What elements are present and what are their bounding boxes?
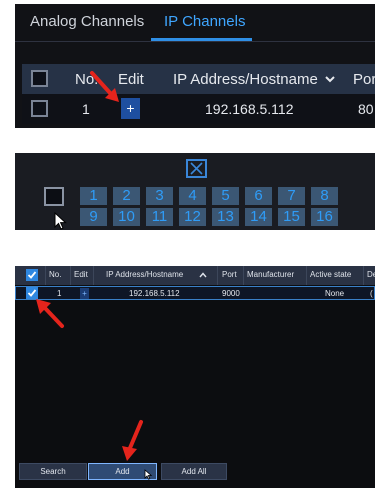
tab-analog-channels[interactable]: Analog Channels: [30, 13, 144, 30]
active-tab-indicator: [151, 38, 252, 41]
channel-table-header: No. Edit IP Address/Hostname Port: [22, 64, 375, 94]
channel-15-button[interactable]: 15: [278, 208, 305, 226]
row-checkbox[interactable]: [31, 100, 48, 117]
row-port: 9000: [222, 289, 240, 298]
header-edit: Edit: [74, 270, 88, 279]
annotation-arrow-icon: [36, 299, 64, 328]
add-all-button[interactable]: Add All: [161, 463, 227, 480]
header-port: Port: [353, 71, 375, 88]
table-row[interactable]: 1 + 192.168.5.112 80: [22, 94, 375, 124]
search-button[interactable]: Search: [19, 463, 87, 480]
channel-5-button[interactable]: 5: [212, 187, 239, 205]
channel-10-button[interactable]: 10: [113, 208, 140, 226]
channel-9-button[interactable]: 9: [80, 208, 107, 226]
channel-4-button[interactable]: 4: [179, 187, 206, 205]
header-ip-address[interactable]: IP Address/Hostname: [106, 270, 183, 279]
close-icon: [190, 162, 203, 175]
header-de: De: [367, 270, 375, 279]
channel-7-button[interactable]: 7: [278, 187, 305, 205]
channel-2-button[interactable]: 2: [113, 187, 140, 205]
channel-1-button[interactable]: 1: [80, 187, 107, 205]
row-port: 80: [358, 101, 374, 117]
header-active-state: Active state: [310, 270, 352, 279]
annotation-arrow-icon: [90, 71, 119, 102]
header-port: Port: [222, 270, 237, 279]
header-no: No.: [49, 270, 62, 279]
select-all-channels-checkbox[interactable]: [44, 187, 64, 206]
header-manufacturer: Manufacturer: [247, 270, 295, 279]
mouse-cursor-icon: [144, 469, 153, 480]
channel-6-button[interactable]: 6: [245, 187, 272, 205]
chevron-up-icon[interactable]: [199, 271, 207, 281]
row-active-state: None: [325, 289, 345, 298]
close-button[interactable]: [186, 159, 207, 178]
channel-13-button[interactable]: 13: [212, 208, 239, 226]
row-de: (: [370, 289, 373, 298]
channel-16-button[interactable]: 16: [311, 208, 338, 226]
channel-14-button[interactable]: 14: [245, 208, 272, 226]
add-ip-device-panel: No. Edit IP Address/Hostname Port Manufa…: [15, 266, 375, 488]
chevron-down-icon[interactable]: [324, 72, 336, 89]
tab-ip-channels[interactable]: IP Channels: [164, 13, 245, 30]
channel-tabs: Analog Channels IP Channels: [15, 4, 375, 42]
channel-select-panel: 1 2 3 4 5 6 7 8 9 10 11 12 13 14 15 16: [15, 153, 375, 230]
table-row[interactable]: 1 + 192.168.5.112 9000 None (: [15, 286, 375, 300]
row-ip-address: 192.168.5.112: [129, 289, 180, 298]
row-ip-address: 192.168.5.112: [205, 101, 294, 117]
annotation-arrow-icon: [122, 420, 143, 461]
device-table-header: No. Edit IP Address/Hostname Port Manufa…: [15, 266, 375, 285]
header-ip-address[interactable]: IP Address/Hostname: [173, 71, 318, 88]
mouse-cursor-icon: [54, 212, 67, 230]
ip-channels-panel: Analog Channels IP Channels No. Edit IP …: [15, 4, 375, 128]
channel-11-button[interactable]: 11: [146, 208, 173, 226]
channel-3-button[interactable]: 3: [146, 187, 173, 205]
select-all-checkbox[interactable]: [31, 70, 48, 87]
edit-plus-button[interactable]: +: [80, 288, 89, 299]
select-all-checkbox[interactable]: [26, 269, 38, 281]
check-icon: [27, 271, 37, 279]
channel-12-button[interactable]: 12: [179, 208, 206, 226]
channel-8-button[interactable]: 8: [311, 187, 338, 205]
